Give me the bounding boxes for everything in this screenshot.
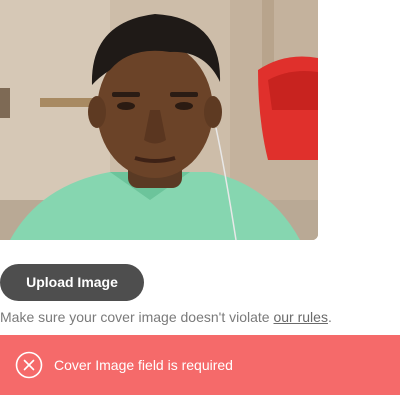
- error-banner: Cover Image field is required: [0, 335, 400, 395]
- cover-image-upload-form: Upload Image Make sure your cover image …: [0, 0, 400, 400]
- help-text-prefix: Make sure your cover image doesn't viola…: [0, 309, 274, 325]
- our-rules-link[interactable]: our rules: [273, 309, 327, 325]
- cover-image-help-text: Make sure your cover image doesn't viola…: [0, 309, 332, 325]
- help-text-suffix: .: [327, 309, 332, 325]
- upload-image-button[interactable]: Upload Image: [0, 264, 144, 301]
- cover-image-preview: [0, 0, 318, 240]
- cover-photo: [0, 0, 318, 240]
- error-message: Cover Image field is required: [54, 357, 233, 373]
- close-circle-icon: [15, 351, 43, 379]
